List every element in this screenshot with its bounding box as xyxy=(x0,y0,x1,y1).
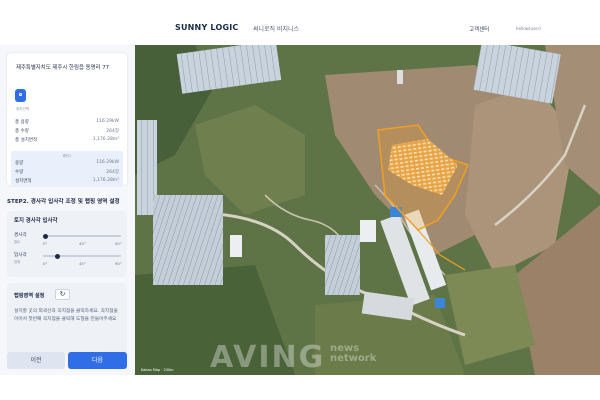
tilt-slider[interactable] xyxy=(43,233,121,239)
nav-support-link[interactable]: 고객센터 xyxy=(469,25,489,33)
side-panel: 제주특별자치도 제주시 한림읍 동명리 77 위치선택 총 용량 116.29k… xyxy=(0,45,135,375)
incidence-sub: 방위 xyxy=(14,260,21,264)
selected-row: 수량 264장 xyxy=(15,170,119,175)
summary-row: 총 수량 264장 xyxy=(15,129,119,134)
user-menu[interactable]: hellow(user) xyxy=(516,26,541,31)
locate-button[interactable] xyxy=(15,89,26,102)
prev-button[interactable]: 이전 xyxy=(7,352,65,369)
tilt-tick: 90° xyxy=(115,241,122,246)
tilt-tick: 45° xyxy=(79,241,86,246)
selected-row: 용량 116.29kW xyxy=(15,160,119,166)
refresh-icon: ↻ xyxy=(59,290,66,298)
brand-logo[interactable]: SUNNY LOGIC xyxy=(175,23,238,32)
address-card: 제주특별자치도 제주시 한림읍 동명리 77 위치선택 총 용량 116.29k… xyxy=(7,53,127,187)
tilt-tick: 0° xyxy=(43,241,48,246)
map-scale: Kakao Map · 200m xyxy=(141,368,174,372)
summary-row: 총 용량 116.29kW xyxy=(15,119,119,125)
satellite-map[interactable]: Kakao Map · 200m xyxy=(135,45,600,375)
wrapping-range-card: 랩핑영역 설정 ↻ 설치할 곳의 외곽선과 꼭지점을 클릭하세요. 꼭지점을 이… xyxy=(7,283,127,355)
tilt-slider-handle[interactable] xyxy=(43,233,48,239)
incidence-slider[interactable] xyxy=(43,253,121,259)
top-bar: SUNNY LOGIC 써니로직 비지니스 고객센터 hellow(user) xyxy=(0,0,600,45)
bottom-margin xyxy=(0,375,600,400)
incidence-label: 입사각 xyxy=(14,253,27,258)
selected-caption: 패턴1 xyxy=(62,154,72,158)
step2-title: STEP2. 경사각 입사각 조정 및 랩핑 영역 설정 xyxy=(7,199,120,205)
summary-row: 총 설치면적 1,176.28m² xyxy=(15,137,119,143)
location-pin-icon xyxy=(19,93,22,96)
angle-card: 토지 경사각 입사각 경사각 틸트 0° 45° 90° 입사각 방위 0° 4… xyxy=(7,211,127,277)
selected-pattern[interactable]: 패턴1 용량 116.29kW 수량 264장 설치면적 1,176.28m² xyxy=(11,151,123,187)
brand-subtitle: 써니로직 비지니스 xyxy=(253,26,300,33)
address-text: 제주특별자치도 제주시 한림읍 동명리 77 xyxy=(16,65,110,71)
incidence-tick: 45° xyxy=(79,261,86,266)
locate-caption: 위치선택 xyxy=(16,107,30,111)
tilt-label: 경사각 xyxy=(14,233,27,238)
incidence-slider-handle[interactable] xyxy=(55,253,61,259)
range-help-text: 설치할 곳의 외곽선과 꼭지점을 클릭하세요. 꼭지점을 이어서 첫번째 꼭지점… xyxy=(14,309,118,322)
incidence-tick: 0° xyxy=(43,261,48,266)
angle-title: 토지 경사각 입사각 xyxy=(14,218,58,224)
selected-row: 설치면적 1,176.28m² xyxy=(15,178,119,184)
map-imagery xyxy=(135,45,600,375)
next-button[interactable]: 다음 xyxy=(68,352,127,369)
watermark-side: news network xyxy=(330,343,377,364)
range-title: 랩핑영역 설정 xyxy=(14,293,45,299)
watermark: AVING xyxy=(210,340,326,375)
refresh-button[interactable]: ↻ xyxy=(55,289,70,300)
incidence-tick: 90° xyxy=(115,261,122,266)
tilt-sub: 틸트 xyxy=(14,240,21,244)
